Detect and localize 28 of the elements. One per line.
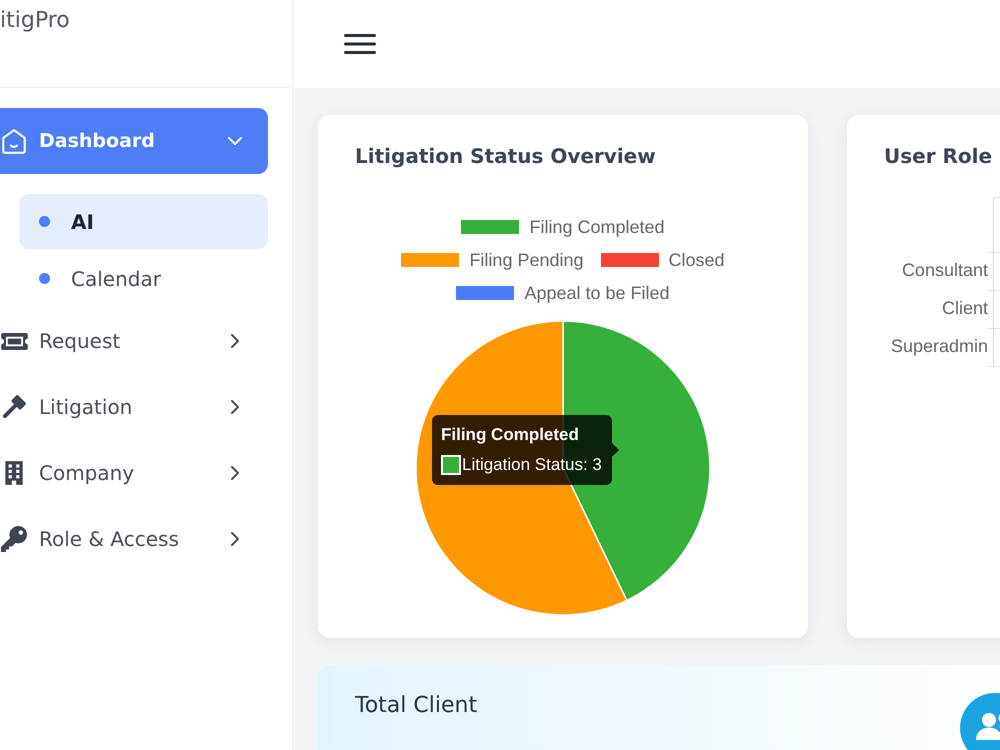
axis-label: Superadmin bbox=[890, 336, 988, 356]
logo-text: itigPro bbox=[0, 7, 70, 35]
stat-title: Total Client bbox=[355, 693, 478, 719]
dot-icon bbox=[39, 216, 50, 227]
ticket-icon bbox=[1, 332, 28, 350]
legend-label: Closed bbox=[668, 250, 725, 270]
nav-item[interactable]: Litigation bbox=[0, 374, 268, 440]
legend-label: Filing Pending bbox=[469, 250, 584, 270]
house-icon bbox=[2, 128, 26, 154]
legend-label: Appeal to be Filed bbox=[524, 283, 670, 303]
legend-label: Filing Completed bbox=[529, 217, 665, 237]
gavel-icon bbox=[1, 394, 27, 420]
card-title: Litigation Status Overview bbox=[355, 144, 657, 168]
nav-item[interactable]: Dashboard bbox=[0, 108, 268, 174]
tooltip-title: Filing Completed bbox=[441, 425, 580, 445]
card-title: User Role bbox=[884, 144, 994, 168]
submenu-item[interactable]: AI bbox=[19, 194, 268, 249]
nav-item[interactable]: Company bbox=[0, 440, 268, 506]
building-icon bbox=[4, 460, 24, 486]
axis-label: Consultant bbox=[902, 260, 988, 280]
submenu-item[interactable]: Calendar bbox=[19, 251, 268, 306]
nav-item[interactable]: Request bbox=[0, 308, 268, 374]
dot-icon bbox=[39, 273, 50, 284]
menu-icon[interactable] bbox=[344, 34, 376, 54]
nav-item[interactable]: Role & Access bbox=[0, 506, 268, 572]
tooltip-label: Litigation Status: 3 bbox=[462, 455, 602, 475]
axis-label: Client bbox=[942, 298, 988, 318]
key-icon bbox=[1, 526, 27, 552]
